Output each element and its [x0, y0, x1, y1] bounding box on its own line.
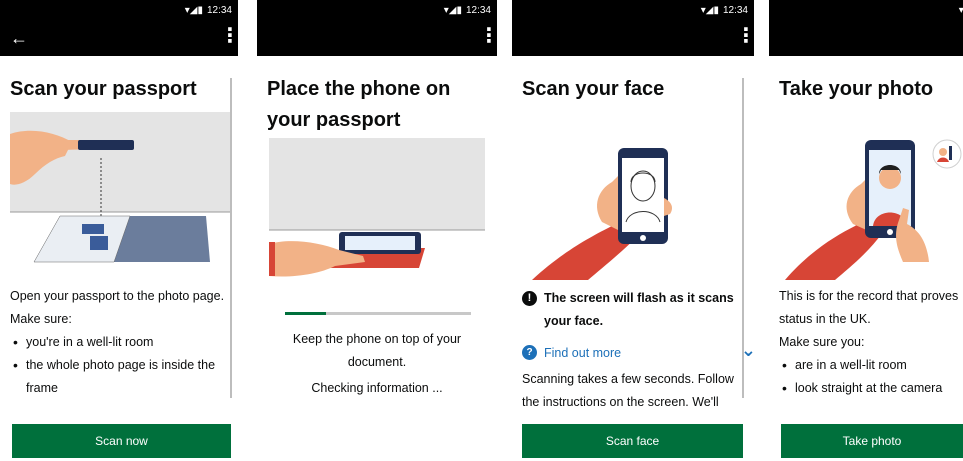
chevron-down-icon[interactable]: ⌄ — [741, 339, 754, 361]
signal-icon: ▾◢▮ — [184, 5, 203, 16]
scan-face-button[interactable]: Scan face — [522, 424, 743, 458]
progress-fill — [285, 312, 326, 315]
status-bar: ▾◢▮ 12:34 — [512, 0, 754, 22]
more-vertical-icon[interactable]: ⋮ — [220, 26, 238, 46]
line-1: This is for the record that proves — [779, 289, 959, 303]
scan-now-button[interactable]: Scan now — [12, 424, 231, 458]
warning-line-2: your face. — [544, 314, 604, 328]
page-title: Scan your face — [522, 78, 665, 100]
detail-line-2: the instructions on the screen. We'll — [522, 395, 719, 409]
status-text: Checking information ... — [311, 381, 443, 395]
screen-scan-face: ▾◢▮ 12:34 ⋮ Scan your face ! The screen … — [512, 0, 754, 461]
detail-text: Scanning takes a few seconds. Follow the… — [522, 368, 748, 414]
status-time: 12:34 — [465, 5, 491, 16]
arrow-left-icon[interactable]: ← — [10, 28, 28, 49]
detail-line-1: Scanning takes a few seconds. Follow — [522, 372, 734, 386]
list-item: are in a well-lit room — [779, 354, 963, 377]
list-item: look straight at the camera — [779, 377, 963, 400]
status-bar: ▾◢▮ — [769, 0, 963, 22]
passport-scan-illustration — [10, 112, 230, 263]
body-content: Open your passport to the photo page. Ma… — [10, 285, 236, 400]
status-bar: ▾◢▮ 12:34 — [257, 0, 497, 22]
screen-scan-passport: ▾◢▮ 12:34 ← ⋮ Scan your passport Open yo… — [0, 0, 238, 461]
page-title-line-2: your passport — [267, 109, 401, 131]
question-icon: ? — [522, 345, 537, 360]
warning-block: ! The screen will flash as it scans your… — [522, 287, 748, 333]
app-bar: ← ⋮ — [0, 22, 238, 56]
status-time: 12:34 — [206, 5, 232, 16]
body-content: This is for the record that proves statu… — [779, 285, 963, 400]
screen-place-phone: ▾◢▮ 12:34 ⋮ Place the phone on your pass… — [257, 0, 497, 461]
app-bar: ⋮ — [257, 22, 497, 56]
signal-icon: ▾◢▮ — [958, 5, 963, 16]
take-photo-illustration — [785, 139, 962, 280]
status-bar: ▾◢▮ 12:34 — [0, 0, 238, 22]
face-scan-illustration — [532, 148, 672, 280]
more-vertical-icon[interactable]: ⋮ — [736, 26, 754, 46]
make-sure-label: Make sure: — [10, 312, 72, 326]
line-2: status in the UK. — [779, 312, 871, 326]
progress-track — [285, 312, 471, 315]
instruction-block: Keep the phone on top of your document. … — [257, 328, 497, 400]
app-bar — [769, 22, 963, 56]
page-title-line-1: Place the phone on — [267, 78, 451, 100]
phone-on-passport-illustration — [269, 138, 485, 277]
instruction-line-1: Keep the phone on top of your — [292, 332, 462, 346]
list-item: you're in a well-lit room — [10, 331, 236, 354]
status-time: 12:34 — [722, 5, 748, 16]
exclamation-icon: ! — [522, 291, 537, 306]
find-out-more-toggle[interactable]: ? Find out more ⌄ — [522, 340, 754, 364]
list-item-continuation: frame — [26, 381, 58, 395]
take-photo-button[interactable]: Take photo — [781, 424, 963, 458]
warning-line-1: The screen will flash as it scans — [544, 291, 734, 305]
page-title: Take your photo — [779, 78, 934, 100]
more-vertical-icon[interactable]: ⋮ — [479, 26, 497, 46]
instruction-line-2: document. — [347, 355, 407, 369]
signal-icon: ▾◢▮ — [443, 5, 462, 16]
intro-text: Open your passport to the photo page. — [10, 289, 225, 303]
list-item: the whole photo page is inside the — [10, 354, 236, 377]
screen-take-photo: ▾◢▮ Take your photo This is for the reco… — [769, 0, 963, 461]
page-title: Scan your passport — [10, 78, 197, 100]
make-sure-label: Make sure you: — [779, 335, 865, 349]
find-out-more-link[interactable]: Find out more — [544, 342, 621, 364]
signal-icon: ▾◢▮ — [700, 5, 719, 16]
app-bar: ⋮ — [512, 22, 754, 56]
